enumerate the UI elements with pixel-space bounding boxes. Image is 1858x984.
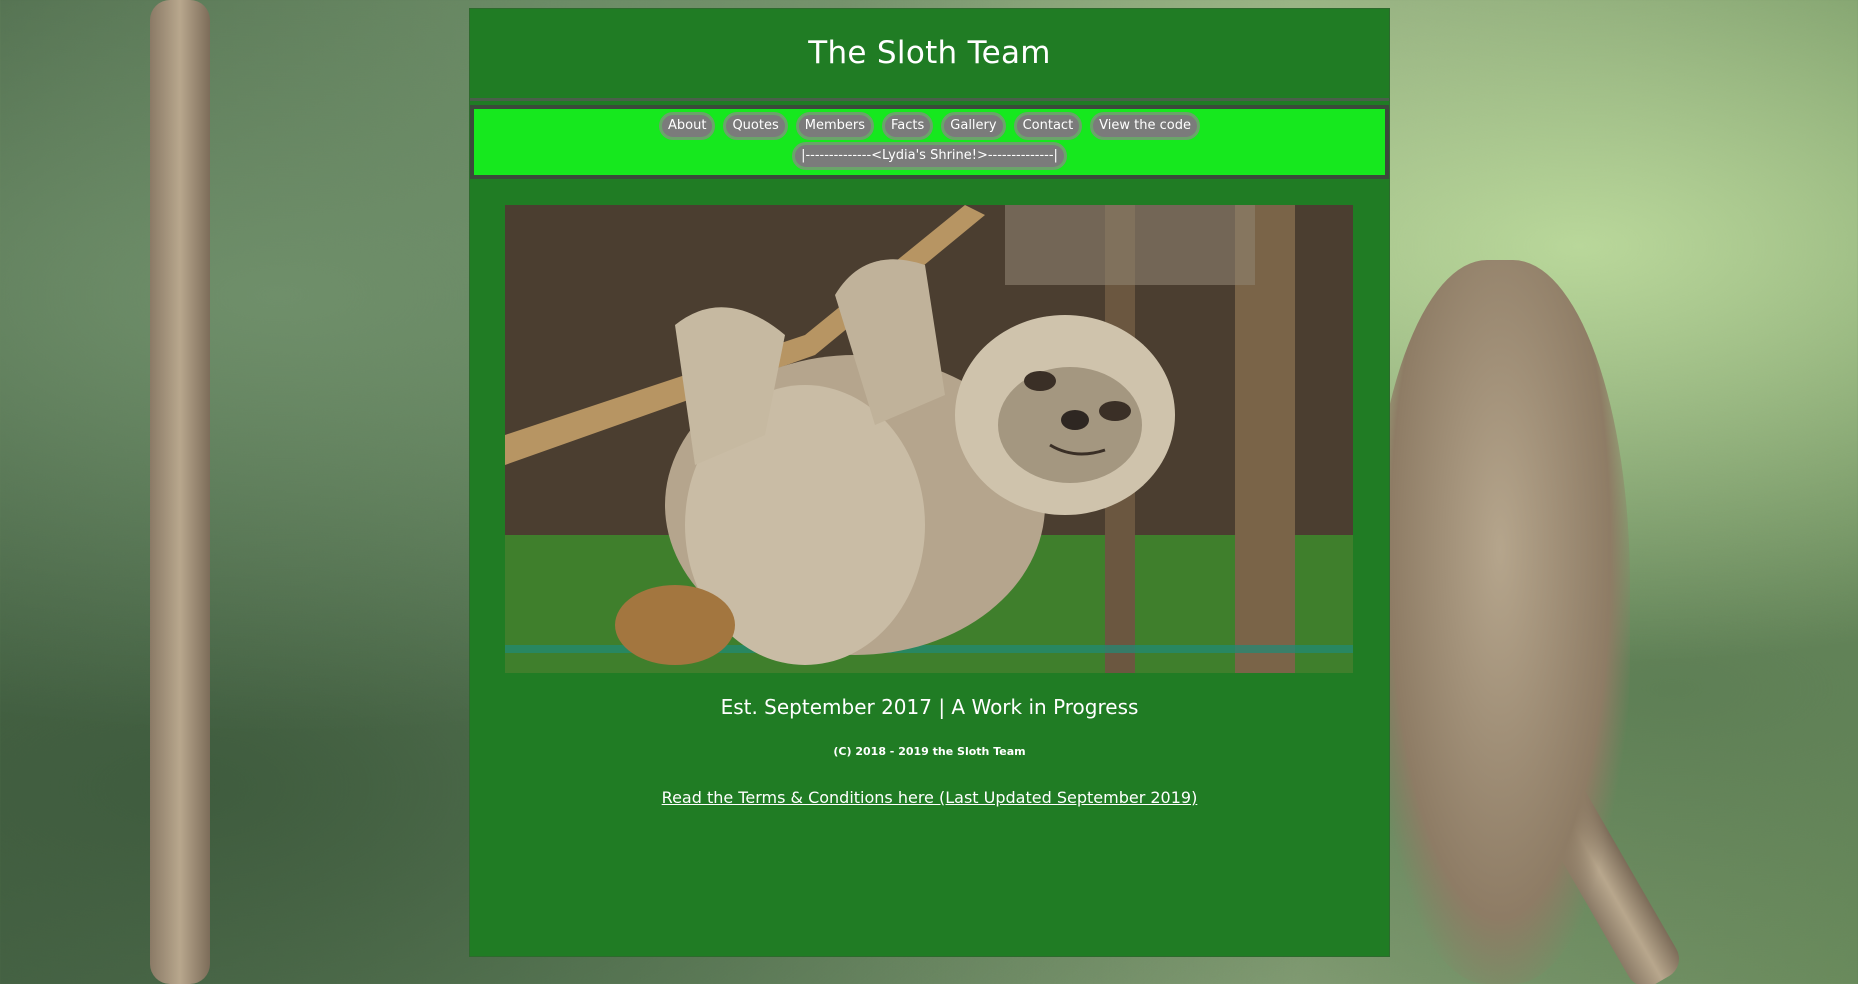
- nav-shrine-button[interactable]: |--------------<Lydia's Shrine!>--------…: [792, 142, 1067, 170]
- nav-contact-button[interactable]: Contact: [1013, 112, 1083, 140]
- nav-gallery-button[interactable]: Gallery: [941, 112, 1006, 140]
- terms-container: Read the Terms & Conditions here (Last U…: [470, 788, 1389, 807]
- site-title: The Sloth Team: [808, 35, 1051, 71]
- nav-quotes-button[interactable]: Quotes: [723, 112, 788, 140]
- background-sloth: [1370, 260, 1630, 984]
- site-header: The Sloth Team: [470, 9, 1389, 101]
- nav-about-button[interactable]: About: [659, 112, 716, 140]
- nav-view-code-button[interactable]: View the code: [1090, 112, 1200, 140]
- hero-sloth-image: [505, 205, 1353, 673]
- page-container: The Sloth Team About Quotes Members Fact…: [469, 8, 1390, 957]
- nav-bar: About Quotes Members Facts Gallery Conta…: [474, 109, 1385, 175]
- nav-facts-button[interactable]: Facts: [882, 112, 934, 140]
- background-branch-left: [150, 0, 210, 984]
- terms-link[interactable]: Read the Terms & Conditions here (Last U…: [662, 788, 1198, 807]
- nav-row-shrine: |--------------<Lydia's Shrine!>--------…: [474, 141, 1385, 171]
- nav-row-main: About Quotes Members Facts Gallery Conta…: [474, 111, 1385, 141]
- established-text: Est. September 2017 | A Work in Progress: [720, 695, 1139, 719]
- copyright-text: (C) 2018 - 2019 the Sloth Team: [833, 745, 1026, 758]
- sloth-illustration: [505, 205, 1353, 673]
- nav-bar-frame: About Quotes Members Facts Gallery Conta…: [470, 105, 1389, 179]
- nav-members-button[interactable]: Members: [795, 112, 874, 140]
